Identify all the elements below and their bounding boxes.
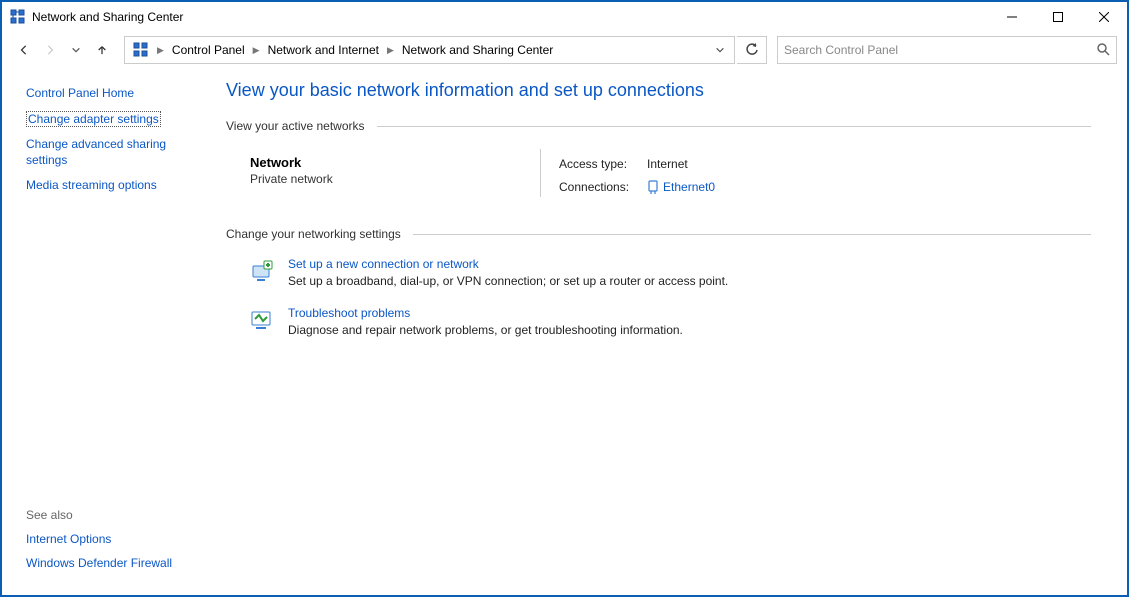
sidebar: Control Panel Home Change adapter settin… [2,68,212,595]
close-button[interactable] [1081,2,1127,32]
location-icon [133,42,149,58]
breadcrumb-network-sharing-center[interactable]: Network and Sharing Center [398,43,557,57]
search-input[interactable] [784,43,1090,57]
chevron-right-icon[interactable]: ▶ [385,45,396,56]
minimize-button[interactable] [989,2,1035,32]
sidebar-control-panel-home[interactable]: Control Panel Home [26,86,134,100]
breadcrumb-control-panel[interactable]: Control Panel [168,43,249,57]
sidebar-media-streaming-options[interactable]: Media streaming options [26,178,157,192]
page-heading: View your basic network information and … [226,80,1091,101]
group-active-networks: View your active networks [226,119,1091,133]
network-name: Network [250,155,540,170]
maximize-button[interactable] [1035,2,1081,32]
connections-label: Connections: [559,180,629,194]
search-icon[interactable] [1096,42,1110,59]
divider [413,234,1091,235]
window-controls [989,2,1127,32]
task-troubleshoot-desc: Diagnose and repair network problems, or… [288,323,683,337]
sidebar-item-label: Change adapter settings [26,111,161,127]
title-bar: Network and Sharing Center [2,2,1127,32]
address-bar[interactable]: ▶ Control Panel ▶ Network and Internet ▶… [124,36,735,64]
task-troubleshoot[interactable]: Troubleshoot problems [288,306,410,320]
group-label: Change your networking settings [226,227,401,241]
see-also-windows-defender-firewall[interactable]: Windows Defender Firewall [26,556,172,570]
connection-link[interactable]: Ethernet0 [647,179,715,195]
access-type-value: Internet [647,157,715,171]
up-button[interactable] [90,38,114,62]
see-also-label: See also [26,508,198,522]
vertical-divider [540,149,541,197]
network-type: Private network [250,172,540,186]
chevron-right-icon[interactable]: ▶ [155,45,166,56]
group-change-settings: Change your networking settings [226,227,1091,241]
search-box[interactable] [777,36,1117,64]
task-setup-desc: Set up a broadband, dial-up, or VPN conn… [288,274,728,288]
setup-connection-icon [250,259,274,283]
main-content: View your basic network information and … [212,68,1127,595]
recent-locations-button[interactable] [64,38,88,62]
group-label: View your active networks [226,119,365,133]
app-icon [10,9,26,25]
ethernet-icon [647,179,659,195]
back-button[interactable] [12,38,36,62]
see-also-internet-options[interactable]: Internet Options [26,532,111,546]
breadcrumb-network-internet[interactable]: Network and Internet [264,43,383,57]
sidebar-change-advanced-sharing[interactable]: Change advanced sharing settings [26,137,166,167]
window-title: Network and Sharing Center [32,10,183,24]
chevron-right-icon[interactable]: ▶ [251,45,262,56]
task-setup-connection[interactable]: Set up a new connection or network [288,257,479,271]
connection-name: Ethernet0 [663,180,715,194]
address-dropdown-button[interactable] [710,37,730,63]
sidebar-change-adapter-settings[interactable]: Change adapter settings [26,111,161,127]
refresh-button[interactable] [737,36,767,64]
access-type-label: Access type: [559,157,629,171]
divider [377,126,1091,127]
forward-button[interactable] [38,38,62,62]
nav-bar: ▶ Control Panel ▶ Network and Internet ▶… [2,32,1127,68]
troubleshoot-icon [250,308,274,332]
